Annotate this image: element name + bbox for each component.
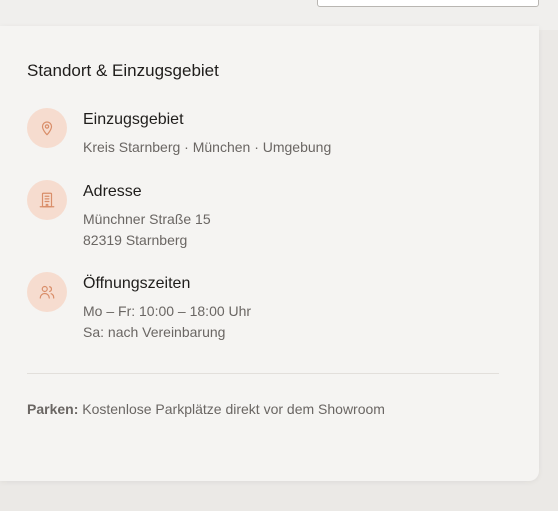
info-row-title: Öffnungszeiten: [83, 275, 191, 292]
map-pin-icon: [27, 108, 67, 148]
divider: [27, 373, 499, 374]
parking-note: Parken: Kostenlose Parkplätze direkt vor…: [27, 401, 385, 417]
info-row-text: Sa: nach Vereinbarung: [83, 324, 226, 340]
info-row-text: Kreis Starnberg · München · Umgebung: [83, 139, 332, 155]
info-row-title: Einzugsgebiet: [83, 111, 184, 128]
info-row-catchment: Einzugsgebiet Kreis Starnberg · München …: [27, 108, 507, 158]
info-row-title: Adresse: [83, 183, 142, 200]
section-title: Standort & Einzugsgebiet: [27, 61, 219, 80]
building-icon: [27, 180, 67, 220]
parking-text: Kostenlose Parkplätze direkt vor dem Sho…: [78, 401, 385, 417]
location-card: Standort & Einzugsgebiet Einzugsgebiet K…: [0, 26, 539, 481]
info-row-text: Mo – Fr: 10:00 – 18:00 Uhr: [83, 303, 252, 319]
info-row-text: 82319 Starnberg: [83, 232, 188, 248]
parking-label: Parken:: [27, 401, 79, 417]
info-row-hours: Öffnungszeiten Mo – Fr: 10:00 – 18:00 Uh…: [27, 272, 507, 342]
info-row-address: Adresse Münchner Straße 15 82319 Starnbe…: [27, 180, 507, 250]
info-row-text: Münchner Straße 15: [83, 211, 211, 227]
users-icon: [27, 272, 67, 312]
top-input-field[interactable]: [317, 0, 539, 7]
